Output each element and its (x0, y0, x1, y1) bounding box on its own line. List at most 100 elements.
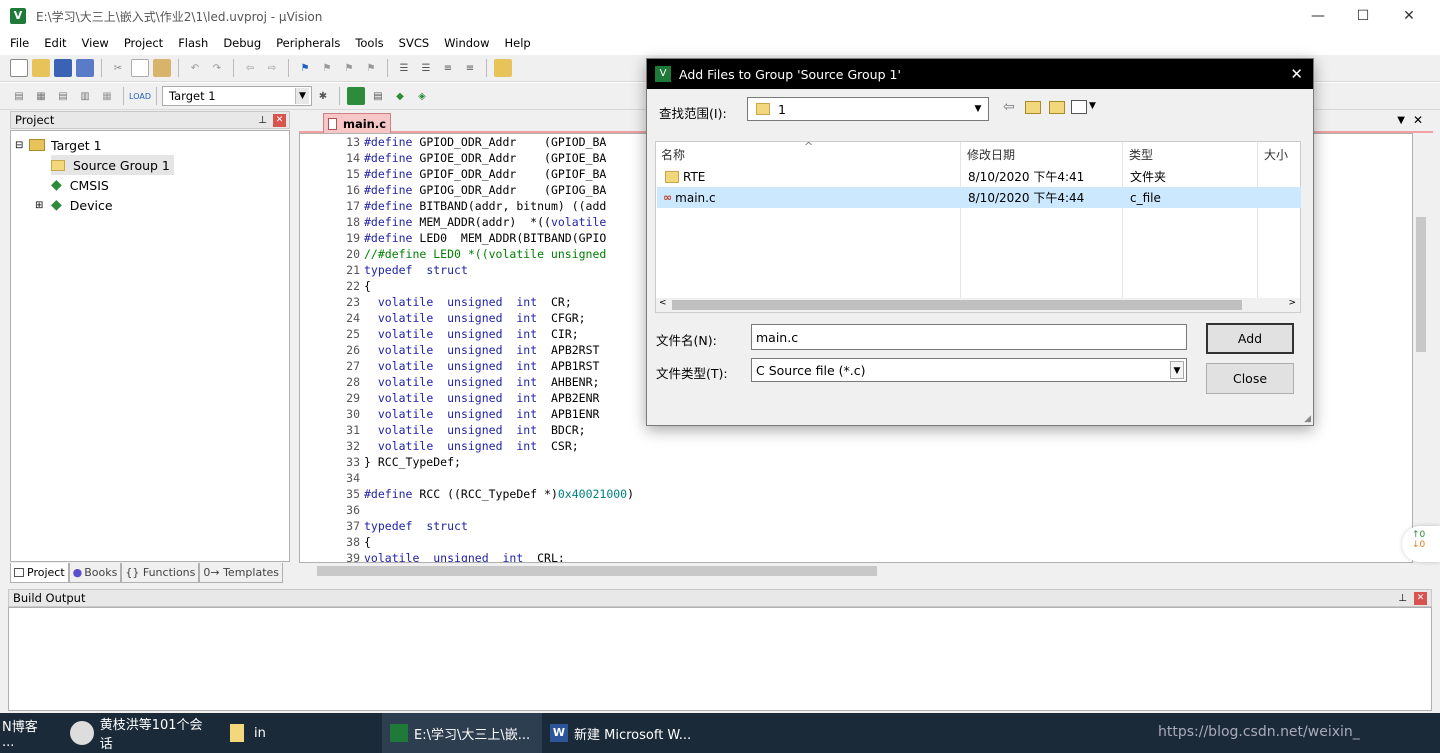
dialog-close-icon[interactable]: ✕ (1290, 65, 1303, 83)
find-in-files-icon[interactable] (494, 59, 512, 77)
tab-templates[interactable]: 0→ Templates (199, 563, 284, 583)
file-extensions-icon[interactable]: ▤ (369, 87, 387, 105)
scrollbar-thumb[interactable] (317, 566, 877, 576)
scroll-right-icon[interactable]: > (1288, 298, 1296, 308)
next-bookmark-icon[interactable]: ⚑ (340, 59, 358, 77)
taskbar-item-chat[interactable]: 黄枝洪等101个会话 (62, 713, 222, 753)
comment-icon[interactable]: ≡ (439, 59, 457, 77)
open-folder-icon[interactable] (32, 59, 50, 77)
back-arrow-icon[interactable]: ⇦ (1003, 99, 1015, 115)
target-options-icon[interactable]: ✱ (314, 87, 332, 105)
code-line[interactable]: volatile unsigned int APB2RST (364, 342, 634, 358)
pin-icon[interactable]: ⊥ (1398, 593, 1407, 604)
code-line[interactable]: volatile unsigned int CRL; (364, 550, 634, 562)
menu-svcs[interactable]: SVCS (399, 36, 430, 50)
menu-view[interactable]: View (82, 36, 109, 50)
close-panel-icon[interactable]: ✕ (1414, 591, 1427, 605)
code-line[interactable]: typedef struct (364, 518, 634, 534)
file-list-hscrollbar[interactable]: < > (656, 298, 1300, 312)
new-folder-icon[interactable] (1049, 101, 1065, 114)
tab-functions[interactable]: {} Functions (121, 563, 200, 583)
menu-tools[interactable]: Tools (355, 36, 383, 50)
column-header-size[interactable]: 大小 (1264, 142, 1288, 166)
manage-components-icon[interactable] (347, 87, 365, 105)
taskbar-item-explorer[interactable]: in (222, 713, 382, 753)
copy-icon[interactable] (131, 59, 149, 77)
redo-icon[interactable]: ↷ (208, 59, 226, 77)
rebuild-icon[interactable]: ▤ (54, 87, 72, 105)
download-icon[interactable]: LOAD (129, 87, 151, 105)
indent-icon[interactable]: ☰ (395, 59, 413, 77)
stop-build-icon[interactable]: ▦ (98, 87, 116, 105)
code-line[interactable]: volatile unsigned int APB1RST (364, 358, 634, 374)
code-line[interactable]: { (364, 278, 634, 294)
tab-list-icon[interactable]: ▼ (1397, 115, 1405, 126)
new-file-icon[interactable] (10, 59, 28, 77)
file-list[interactable]: 名称 ^ 修改日期 类型 大小 RTE 8/10/2020 下午4:41 文件夹… (655, 140, 1301, 313)
nav-back-icon[interactable]: ⇦ (241, 59, 259, 77)
add-button[interactable]: Add (1206, 323, 1294, 354)
view-menu-icon[interactable] (1071, 100, 1087, 114)
paste-icon[interactable] (153, 59, 171, 77)
rte-icon[interactable]: ◆ (391, 87, 409, 105)
code-line[interactable]: #define MEM_ADDR(addr) *((volatile (364, 214, 634, 230)
menu-project[interactable]: Project (124, 36, 163, 50)
batch-build-icon[interactable]: ▥ (76, 87, 94, 105)
close-window-button[interactable]: ✕ (1386, 0, 1432, 32)
code-line[interactable]: volatile unsigned int APB1ENR (364, 406, 634, 422)
column-header-type[interactable]: 类型 (1129, 142, 1153, 166)
translate-icon[interactable]: ▤ (10, 87, 28, 105)
tree-item-device[interactable]: ⊞ ◆ Device (35, 195, 113, 215)
resize-grip-icon[interactable]: ◢ (1304, 414, 1311, 424)
code-line[interactable]: typedef struct (364, 262, 634, 278)
scrollbar-thumb[interactable] (672, 300, 1242, 310)
menu-edit[interactable]: Edit (44, 36, 66, 50)
file-row-main-c[interactable]: ∞ main.c 8/10/2020 下午4:44 c_file (657, 187, 1301, 208)
build-icon[interactable]: ▦ (32, 87, 50, 105)
code-line[interactable] (364, 502, 634, 518)
code-line[interactable]: volatile unsigned int APB2ENR (364, 390, 634, 406)
filename-input[interactable]: main.c (751, 324, 1187, 350)
up-folder-icon[interactable] (1025, 101, 1041, 114)
maximize-button[interactable]: ☐ (1340, 0, 1386, 32)
code-line[interactable]: #define BITBAND(addr, bitnum) ((add (364, 198, 634, 214)
undo-icon[interactable]: ↶ (186, 59, 204, 77)
menu-debug[interactable]: Debug (223, 36, 261, 50)
menu-file[interactable]: File (10, 36, 29, 50)
tab-books[interactable]: ● Books (68, 563, 122, 583)
pack-installer-icon[interactable]: ◈ (413, 87, 431, 105)
expand-icon[interactable]: ⊞ (35, 200, 51, 211)
code-line[interactable]: volatile unsigned int CIR; (364, 326, 634, 342)
unindent-icon[interactable]: ☰ (417, 59, 435, 77)
close-tab-icon[interactable]: ✕ (1413, 113, 1423, 127)
editor-vertical-scrollbar[interactable] (1413, 133, 1429, 563)
view-menu-chevron-icon[interactable]: ▼ (1089, 101, 1096, 111)
taskbar-item-blog[interactable]: N博客 ... (0, 713, 62, 753)
tab-project[interactable]: Project (10, 563, 69, 583)
nav-forward-icon[interactable]: ⇨ (263, 59, 281, 77)
code-line[interactable]: //#define LED0 *((volatile unsigned (364, 246, 634, 262)
close-panel-icon[interactable]: ✕ (273, 113, 286, 127)
code-lines[interactable]: #define GPIOD_ODR_Addr (GPIOD_BA #define … (364, 134, 634, 562)
close-button[interactable]: Close (1206, 363, 1294, 394)
minimize-button[interactable]: — (1295, 0, 1341, 32)
tab-main-c[interactable]: main.c (323, 113, 391, 133)
target-select[interactable]: Target 1 ▼ (162, 86, 312, 106)
code-line[interactable]: volatile unsigned int AHBENR; (364, 374, 634, 390)
column-header-name[interactable]: 名称 (661, 142, 685, 166)
code-line[interactable]: #define GPIOD_ODR_Addr (GPIOD_BA (364, 134, 634, 150)
lookin-select[interactable]: 1 ▼ (747, 97, 989, 121)
collapse-icon[interactable]: ⊟ (15, 140, 29, 151)
bookmark-icon[interactable]: ⚑ (296, 59, 314, 77)
save-all-icon[interactable] (76, 59, 94, 77)
code-line[interactable]: #define GPIOE_ODR_Addr (GPIOE_BA (364, 150, 634, 166)
code-line[interactable]: volatile unsigned int CR; (364, 294, 634, 310)
column-header-date[interactable]: 修改日期 (967, 142, 1015, 166)
code-line[interactable]: #define LED0 MEM_ADDR(BITBAND(GPIO (364, 230, 634, 246)
menu-window[interactable]: Window (444, 36, 489, 50)
taskbar-item-uvision[interactable]: E:\学习\大三上\嵌... (382, 713, 542, 753)
tree-item-target[interactable]: ⊟ Target 1 (15, 135, 102, 155)
file-row-rte[interactable]: RTE 8/10/2020 下午4:41 文件夹 (657, 166, 1301, 187)
code-line[interactable]: #define RCC ((RCC_TypeDef *)0x40021000) (364, 486, 634, 502)
code-line[interactable]: volatile unsigned int CSR; (364, 438, 634, 454)
